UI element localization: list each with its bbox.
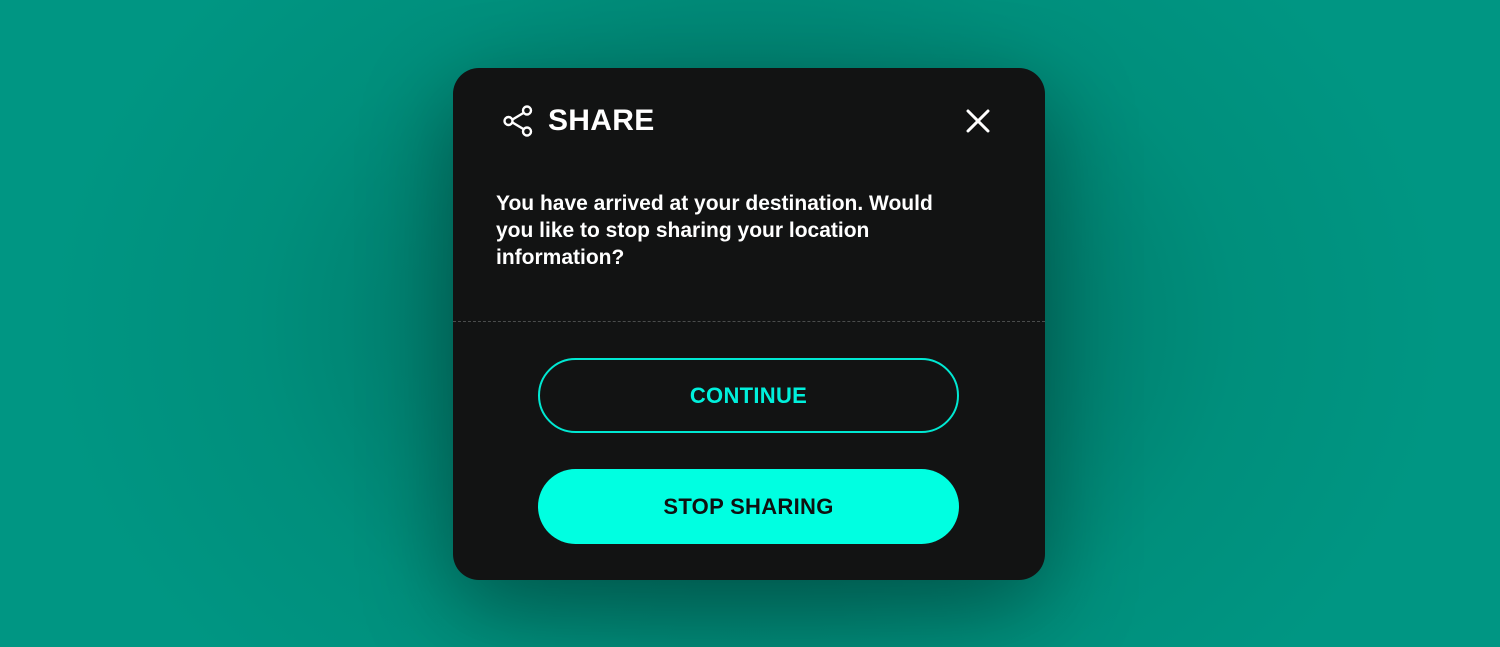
share-icon: [503, 105, 533, 137]
stop-sharing-button[interactable]: STOP SHARING: [538, 469, 959, 544]
share-dialog: SHARE You have arrived at your destinati…: [453, 68, 1045, 580]
dialog-title: SHARE: [548, 104, 655, 137]
close-icon: [963, 109, 993, 140]
dialog-header: SHARE: [453, 68, 1045, 178]
divider: [453, 321, 1045, 322]
dialog-message: You have arrived at your destination. Wo…: [496, 192, 933, 269]
close-button[interactable]: [963, 106, 993, 136]
continue-button[interactable]: CONTINUE: [538, 358, 959, 433]
